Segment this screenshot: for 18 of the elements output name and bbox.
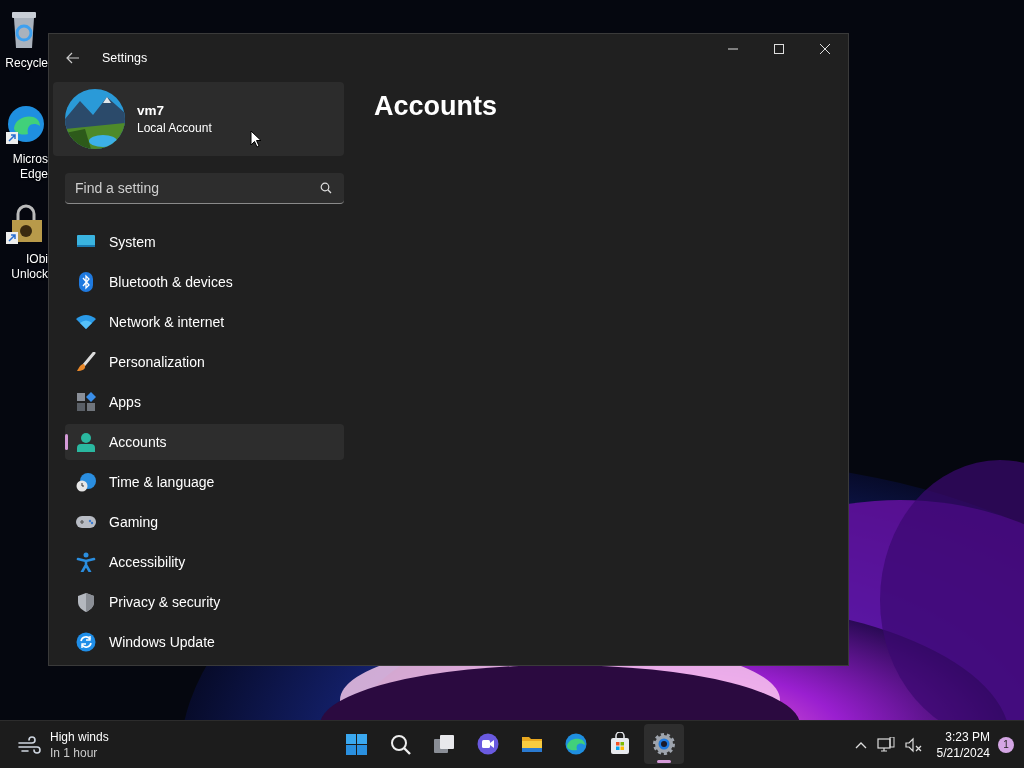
wind-icon[interactable] xyxy=(18,735,42,754)
browser-icon xyxy=(564,732,588,756)
network-icon[interactable] xyxy=(876,736,895,753)
clock-time[interactable]: 3:23 PM xyxy=(936,728,990,745)
chevron-up-icon[interactable] xyxy=(854,740,867,749)
search-icon xyxy=(388,732,412,756)
gear-icon xyxy=(652,732,676,756)
weather-title[interactable]: High winds xyxy=(50,729,109,744)
start-icon xyxy=(344,732,368,756)
task-view-icon xyxy=(432,732,456,756)
speaker-muted-icon[interactable] xyxy=(904,736,923,753)
clock-date[interactable]: 5/21/2024 xyxy=(936,744,990,761)
weather-subtitle[interactable]: In 1 hour xyxy=(50,745,109,760)
store-icon xyxy=(608,732,632,756)
taskbar-button[interactable] xyxy=(644,724,684,764)
video-chat-icon xyxy=(476,732,500,756)
notification-badge[interactable]: 1 xyxy=(998,736,1014,753)
running-indicator xyxy=(657,760,671,763)
